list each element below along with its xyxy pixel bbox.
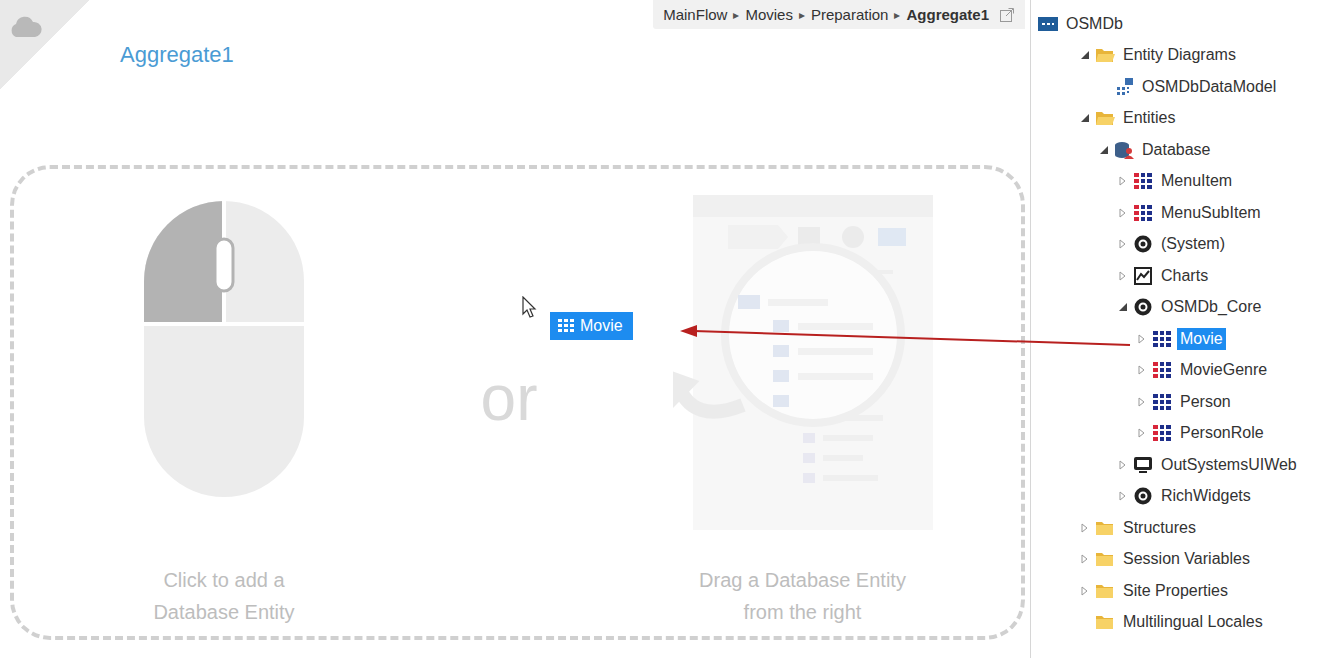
breadcrumb-separator: ▸ xyxy=(894,8,900,22)
tree-item[interactable]: Structures xyxy=(1031,512,1326,544)
tree-item[interactable]: MovieGenre xyxy=(1031,355,1326,387)
expanded-arrow-icon[interactable] xyxy=(1099,145,1109,155)
tree-item[interactable]: Multilingual Locales xyxy=(1031,607,1326,639)
drag-entity-option: Drag a Database Entityfrom the right xyxy=(584,169,1021,636)
aggregate-canvas: Aggregate1MainFlow ▸ Movies ▸ Preparation ▸ Ag… xyxy=(0,0,1030,658)
tree-item[interactable]: MenuItem xyxy=(1031,166,1326,198)
collapsed-arrow-icon[interactable] xyxy=(1137,428,1147,438)
dragged-entity[interactable]: Movie xyxy=(550,312,633,340)
module-icon xyxy=(1038,17,1058,31)
tree-item[interactable]: Charts xyxy=(1031,260,1326,292)
drag-entity-caption: Drag a Database Entityfrom the right xyxy=(699,564,906,628)
static-entity-icon xyxy=(1153,425,1171,441)
folder-icon xyxy=(1095,583,1115,599)
tree-item[interactable]: (System) xyxy=(1031,229,1326,261)
tree-item[interactable]: Database xyxy=(1031,134,1326,166)
expanded-arrow-icon[interactable] xyxy=(1080,113,1090,123)
tree-item[interactable]: Session Variables xyxy=(1031,544,1326,576)
tree-item[interactable]: MenuSubItem xyxy=(1031,197,1326,229)
breadcrumb-item[interactable]: Preparation xyxy=(811,6,889,23)
folder-icon xyxy=(1095,110,1115,126)
breadcrumb-item: Aggregate1 xyxy=(906,6,989,23)
module-reference-icon xyxy=(1134,487,1152,505)
tree-item[interactable]: Entity Diagrams xyxy=(1031,40,1326,72)
expanded-arrow-icon[interactable] xyxy=(1080,50,1090,60)
tree-item[interactable]: OSMDbDataModel xyxy=(1031,71,1326,103)
folder-icon xyxy=(1095,47,1115,63)
web-module-icon xyxy=(1133,456,1153,474)
folder-icon xyxy=(1095,520,1115,536)
tree-item[interactable]: RichWidgets xyxy=(1031,481,1326,513)
collapsed-arrow-icon[interactable] xyxy=(1118,239,1128,249)
static-entity-icon xyxy=(1153,362,1171,378)
tree-item[interactable]: Site Properties xyxy=(1031,575,1326,607)
add-entity-caption: Click to add aDatabase Entity xyxy=(153,564,294,628)
cloud-icon xyxy=(8,16,42,38)
tree-item[interactable]: Person xyxy=(1031,386,1326,418)
drag-arrow-icon xyxy=(0,0,1326,658)
tree-item[interactable]: PersonRole xyxy=(1031,418,1326,450)
open-external-icon[interactable] xyxy=(999,7,1015,23)
tree-item[interactable]: OSMDb_Core xyxy=(1031,292,1326,324)
collapsed-arrow-icon[interactable] xyxy=(1137,365,1147,375)
collapsed-arrow-icon[interactable] xyxy=(1137,397,1147,407)
drag-illustration-icon xyxy=(673,195,933,535)
collapsed-arrow-icon[interactable] xyxy=(1080,523,1090,533)
collapsed-arrow-icon[interactable] xyxy=(1080,554,1090,564)
static-entity-icon xyxy=(1134,205,1152,221)
add-entity-option[interactable]: Click to add aDatabase Entity xyxy=(14,169,434,636)
database-icon xyxy=(1114,141,1134,159)
module-reference-icon xyxy=(1134,298,1152,316)
collapsed-arrow-icon[interactable] xyxy=(1118,271,1128,281)
tree-item[interactable]: Movie xyxy=(1031,323,1326,355)
diagram-icon xyxy=(1114,77,1134,97)
breadcrumb-separator: ▸ xyxy=(799,8,805,22)
element-tree: OSMDbEntity DiagramsOSMDbDataModelEntiti… xyxy=(1030,0,1326,658)
breadcrumb-item[interactable]: MainFlow xyxy=(663,6,727,23)
collapsed-arrow-icon[interactable] xyxy=(1118,208,1128,218)
folder-icon xyxy=(1095,551,1115,567)
entity-icon xyxy=(1153,394,1171,410)
collapsed-arrow-icon[interactable] xyxy=(1118,176,1128,186)
static-entity-icon xyxy=(1134,173,1152,189)
chart-icon xyxy=(1134,267,1152,285)
entity-icon xyxy=(1153,331,1171,347)
collapsed-arrow-icon[interactable] xyxy=(1137,334,1147,344)
collapsed-arrow-icon[interactable] xyxy=(1118,491,1128,501)
mouse-pointer-icon xyxy=(522,296,538,320)
collapsed-arrow-icon[interactable] xyxy=(1080,586,1090,596)
editor-window: Aggregate1MainFlow ▸ Movies ▸ Preparation ▸ Ag… xyxy=(0,0,1326,658)
entity-icon xyxy=(558,319,574,333)
breadcrumb-item[interactable]: Movies xyxy=(745,6,793,23)
collapsed-arrow-icon[interactable] xyxy=(1118,460,1128,470)
expanded-arrow-icon[interactable] xyxy=(1118,302,1128,312)
breadcrumb-separator: ▸ xyxy=(733,8,739,22)
module-reference-icon xyxy=(1134,235,1152,253)
breadcrumb: MainFlow ▸ Movies ▸ Preparation ▸ Aggregate1 xyxy=(653,0,1025,29)
drop-zone[interactable]: Click to add aDatabase Entity or Drag a Da… xyxy=(10,165,1025,640)
folder-icon xyxy=(1095,614,1115,630)
cloud-corner xyxy=(0,0,90,90)
tree-item[interactable]: OSMDb xyxy=(1031,8,1326,40)
tree-item[interactable]: Entities xyxy=(1031,103,1326,135)
or-label: or xyxy=(434,361,584,445)
mouse-icon xyxy=(142,199,306,499)
tree-item[interactable]: OutSystemsUIWeb xyxy=(1031,449,1326,481)
